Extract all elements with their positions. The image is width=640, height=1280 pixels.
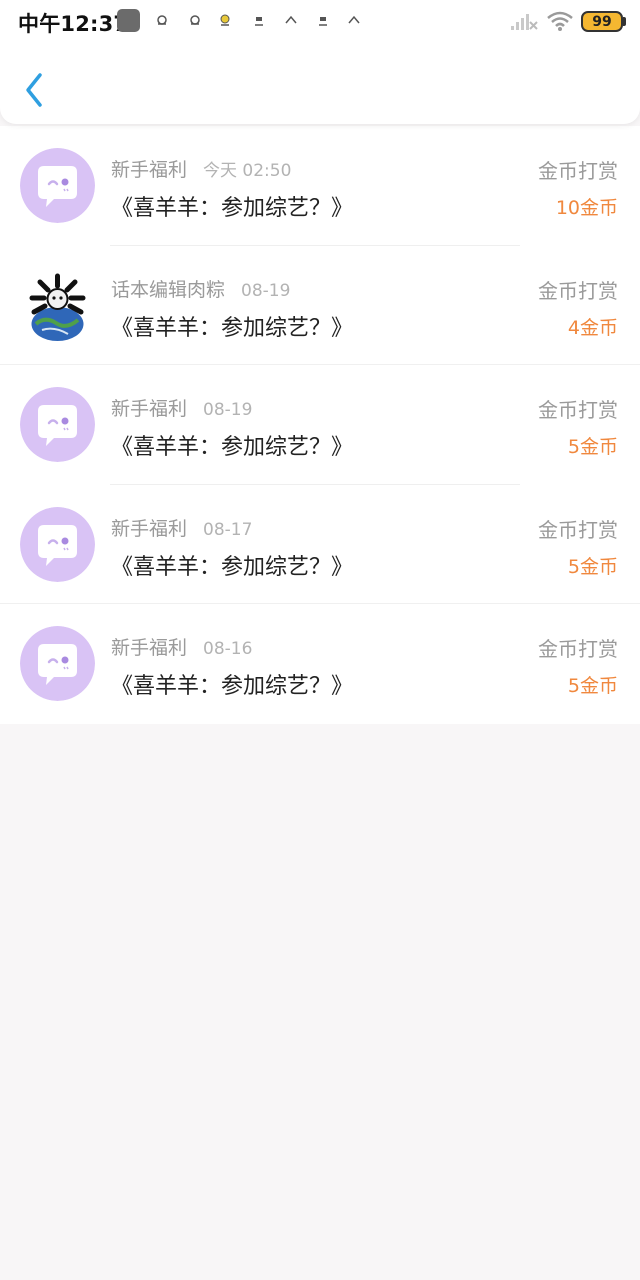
book-title: 《喜羊羊：参加综艺？》: [111, 196, 354, 221]
back-button[interactable]: [20, 70, 50, 110]
sender-line: 话本编辑肉粽 08-19: [111, 275, 290, 302]
reward-type: 金币打赏: [538, 159, 618, 183]
reward-amount: 4金币: [567, 316, 618, 339]
signal-icon: [511, 14, 538, 30]
avatar: [20, 506, 95, 582]
sender-line: 新手福利 08-17: [111, 514, 252, 541]
message-date: 08-16: [203, 639, 253, 659]
notification-icon: [157, 15, 167, 25]
avatar: [20, 267, 95, 343]
sender-name: 话本编辑肉粽: [111, 278, 226, 301]
sender-line: 新手福利 08-16: [111, 633, 252, 660]
battery-level: 99: [592, 13, 612, 30]
status-bar: 中午12:37 99: [0, 0, 640, 44]
list-item[interactable]: 新手福利 08-19 《喜羊羊：参加综艺？》 金币打赏 5金币: [0, 365, 640, 485]
list-item[interactable]: 新手福利 08-17 《喜羊羊：参加综艺？》 金币打赏 5金币: [0, 485, 640, 604]
chat-bubble-icon: [20, 148, 95, 223]
avatar: [20, 148, 95, 223]
sender-name: 新手福利: [111, 398, 188, 420]
chat-bubble-icon: [20, 626, 95, 701]
app-notification-icon: [117, 9, 140, 32]
notification-icon: [255, 17, 263, 26]
message-date: 今天 02:50: [203, 161, 292, 181]
message-date: 08-19: [241, 280, 291, 301]
sender-name: 新手福利: [111, 159, 188, 181]
wifi-icon: [547, 11, 573, 31]
message-date: 08-19: [203, 400, 253, 420]
reward-amount: 5金币: [567, 436, 618, 458]
book-title: 《喜羊羊：参加综艺？》: [111, 435, 354, 460]
battery-icon: 99: [581, 11, 623, 32]
reward-amount: 10金币: [555, 197, 618, 219]
list-item[interactable]: 新手福利 08-16 《喜羊羊：参加综艺？》 金币打赏 5金币: [0, 604, 640, 724]
notification-icon: [285, 15, 297, 24]
reward-type: 金币打赏: [538, 398, 618, 422]
reward-amount: 5金币: [567, 675, 618, 697]
reward-amount: 5金币: [567, 555, 618, 578]
status-time: 中午12:37: [18, 12, 129, 36]
battery-tip: [623, 17, 626, 26]
notification-icon: [348, 15, 360, 24]
book-title: 《喜羊羊：参加综艺？》: [111, 674, 354, 699]
reward-list: 新手福利 今天 02:50 《喜羊羊：参加综艺？》 金币打赏 10金币 话本编辑肉…: [0, 126, 640, 724]
notification-icon: [319, 17, 327, 26]
sender-name: 新手福利: [111, 637, 188, 659]
list-item[interactable]: 新手福利 今天 02:50 《喜羊羊：参加综艺？》 金币打赏 10金币: [0, 126, 640, 246]
message-date: 08-17: [203, 519, 253, 540]
book-title: 《喜羊羊：参加综艺？》: [111, 554, 354, 580]
list-item[interactable]: 话本编辑肉粽 08-19 《喜羊羊：参加综艺？》 金币打赏 4金币: [0, 246, 640, 365]
sender-line: 新手福利 08-19: [111, 394, 252, 421]
book-title: 《喜羊羊：参加综艺？》: [111, 315, 354, 341]
user-photo-avatar: [20, 267, 95, 343]
avatar: [20, 626, 95, 701]
reward-type: 金币打赏: [538, 637, 618, 661]
reward-type: 金币打赏: [538, 517, 618, 542]
top-bar: 中午12:37 99: [0, 0, 640, 124]
chat-bubble-icon: [20, 506, 95, 582]
notification-icon: [190, 15, 200, 25]
sender-line: 新手福利 今天 02:50: [111, 155, 291, 182]
sender-name: 新手福利: [111, 517, 188, 540]
avatar: [20, 387, 95, 462]
chat-bubble-icon: [20, 387, 95, 462]
reward-type: 金币打赏: [538, 278, 618, 303]
chevron-left-icon: [26, 73, 42, 107]
notification-icon: [220, 14, 230, 26]
